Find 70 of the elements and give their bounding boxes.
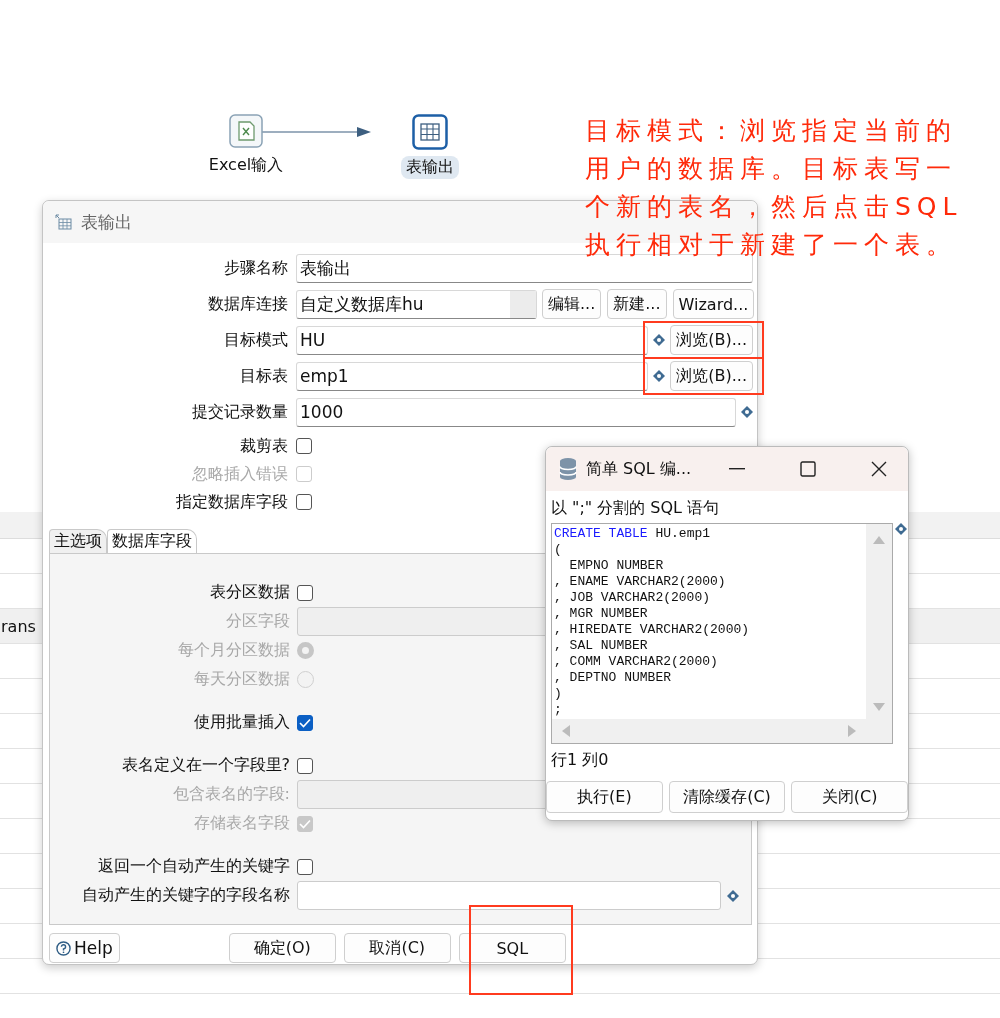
table-cell: rans <box>1 616 36 636</box>
checkbox[interactable] <box>296 494 312 510</box>
field-label: 步骤名称 <box>223 257 288 279</box>
checkbox[interactable] <box>297 584 313 601</box>
maximize-icon[interactable] <box>800 461 817 477</box>
cursor-position: 行1 列0 <box>551 750 610 771</box>
step-label: Excel输入 <box>207 154 285 176</box>
checkbox-label: 指定数据库字段 <box>175 491 288 513</box>
option-label: 表名定义在一个字段里? <box>120 755 290 776</box>
option-label: 表分区数据 <box>209 582 290 603</box>
checkbox[interactable] <box>296 438 312 454</box>
code-line: EMPNO NUMBER <box>568 558 665 574</box>
code-line: , ENAME VARCHAR2(2000) <box>554 574 727 590</box>
window-title: 表输出 <box>81 210 132 234</box>
field-label: 目标模式 <box>223 329 288 351</box>
dialog-button[interactable]: 确定(O) <box>228 933 336 963</box>
checkbox[interactable] <box>297 757 313 774</box>
dialog-button[interactable]: 清除缓存(C) <box>668 781 786 813</box>
code-line: , COMM VARCHAR2(2000) <box>554 654 719 670</box>
code-line: , SAL NUMBER <box>554 638 649 654</box>
database-icon <box>558 457 578 481</box>
code-line: ; <box>554 702 563 718</box>
field-label: 提交记录数量 <box>191 401 288 423</box>
help-icon <box>56 940 71 956</box>
code-line: , JOB VARCHAR2(2000) <box>554 590 712 606</box>
close-icon[interactable] <box>871 461 888 477</box>
code-line: , MGR NUMBER <box>554 606 649 622</box>
dialog-button[interactable]: 取消(C) <box>343 933 451 963</box>
step-label: 表输出 <box>401 156 459 179</box>
code-line: , HIREDATE VARCHAR2(2000) <box>554 622 751 638</box>
text-field[interactable] <box>297 881 721 910</box>
option-label: 返回一个自动产生的关键字 <box>97 856 290 877</box>
editor-caption: 以 ";" 分割的 SQL 语句 <box>551 498 721 519</box>
checkbox[interactable] <box>297 714 313 731</box>
option-label: 存储表名字段 <box>193 813 290 834</box>
dialog-button[interactable]: 编辑... <box>542 289 602 319</box>
dialog-button[interactable]: 浏览(B)... <box>670 325 753 355</box>
minimize-icon[interactable] <box>729 468 746 470</box>
tab[interactable]: 主选项 <box>49 529 107 553</box>
connection-dropdown[interactable]: 自定义数据库hu <box>296 289 537 319</box>
tab[interactable]: 数据库字段 <box>107 529 197 553</box>
code-line: , DEPTNO NUMBER <box>554 670 673 686</box>
dialog-button[interactable]: 浏览(B)... <box>670 361 753 391</box>
option-label: 包含表名的字段: <box>171 784 290 805</box>
table-icon[interactable] <box>412 114 448 150</box>
option-label: 每天分区数据 <box>193 669 290 690</box>
help-button[interactable]: Help <box>49 933 120 963</box>
text-field[interactable]: 1000 <box>296 397 736 427</box>
code-line: ) <box>554 686 563 702</box>
text-field[interactable]: HU <box>296 325 649 355</box>
text-field[interactable]: emp1 <box>296 361 649 391</box>
option-label: 每个月分区数据 <box>177 640 290 661</box>
dialog-button[interactable]: 关闭(C) <box>791 781 908 813</box>
field-label: 目标表 <box>239 365 288 387</box>
checkbox[interactable] <box>297 858 313 875</box>
code-line: CREATE TABLE HU.emp1 <box>554 526 712 542</box>
window-title: 简单 SQL 编... <box>586 458 692 480</box>
dialog-button[interactable]: Wizard... <box>672 289 755 319</box>
table-icon <box>55 214 73 230</box>
checkbox-label: 裁剪表 <box>239 435 288 457</box>
field-label: 数据库连接 <box>207 293 288 315</box>
dialog-button[interactable]: 执行(E) <box>546 781 663 813</box>
option-label: 分区字段 <box>225 611 290 632</box>
spreadsheet-icon[interactable] <box>229 114 263 148</box>
option-label: 使用批量插入 <box>193 712 290 733</box>
dialog-button[interactable]: SQL <box>458 933 566 963</box>
code-line: ( <box>554 542 563 558</box>
dialog-button[interactable]: 新建... <box>607 289 667 319</box>
option-label: 自动产生的关键字的字段名称 <box>81 885 290 906</box>
checkbox-label: 忽略插入错误 <box>191 463 288 485</box>
